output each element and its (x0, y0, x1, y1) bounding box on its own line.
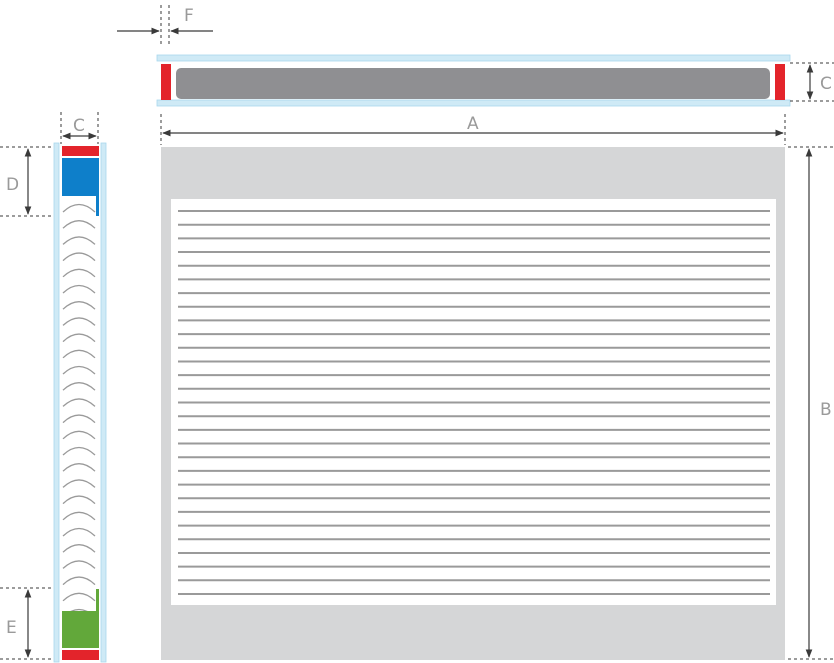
side-arc (62, 511, 96, 521)
side-arc (62, 333, 96, 343)
dimension-b: B (788, 146, 834, 660)
side-arc (62, 495, 96, 505)
side-arc (62, 398, 96, 407)
side-bottom-stop (62, 650, 99, 660)
side-arcs (62, 203, 96, 618)
label-c-top: C (820, 74, 832, 94)
label-d: D (6, 175, 19, 195)
side-arc (62, 203, 96, 213)
side-arc (62, 301, 96, 310)
side-arc (62, 430, 96, 440)
side-arc (62, 382, 96, 391)
label-e: E (6, 618, 17, 638)
side-arc (62, 365, 96, 375)
label-a: A (467, 114, 479, 134)
dimension-c-top: C (790, 62, 834, 102)
side-arc (62, 592, 96, 602)
side-arc (62, 236, 96, 245)
side-arc (62, 463, 96, 472)
side-arc (62, 479, 96, 488)
side-arc (62, 576, 96, 586)
dimension-f: F (117, 5, 213, 46)
side-arc (62, 527, 96, 537)
side-arc (62, 284, 96, 294)
side-arc (62, 349, 96, 359)
side-top-stop (62, 146, 99, 156)
label-f: F (184, 6, 194, 26)
side-arc (62, 317, 96, 326)
dimension-diagram: F C A B C D E (0, 5, 834, 663)
top-section-view (156, 54, 791, 107)
top-left-stop (161, 64, 171, 100)
dimension-e: E (0, 587, 52, 660)
side-arc (62, 252, 96, 262)
side-arc (62, 220, 96, 229)
side-green-block (62, 611, 99, 648)
side-arc (62, 268, 96, 278)
label-b: B (820, 400, 832, 420)
top-bar (176, 68, 770, 99)
top-right-stop (775, 64, 785, 100)
side-section-view (53, 142, 107, 663)
dimension-a: A (160, 114, 786, 145)
side-arc (62, 446, 96, 456)
side-arc (62, 544, 96, 553)
dimension-c-side: C (60, 112, 99, 144)
dimension-d: D (0, 146, 52, 217)
side-arc (62, 414, 96, 424)
label-c-side: C (73, 116, 85, 136)
side-arc (62, 560, 96, 569)
side-blue-block (62, 158, 99, 196)
front-panel (161, 147, 785, 660)
